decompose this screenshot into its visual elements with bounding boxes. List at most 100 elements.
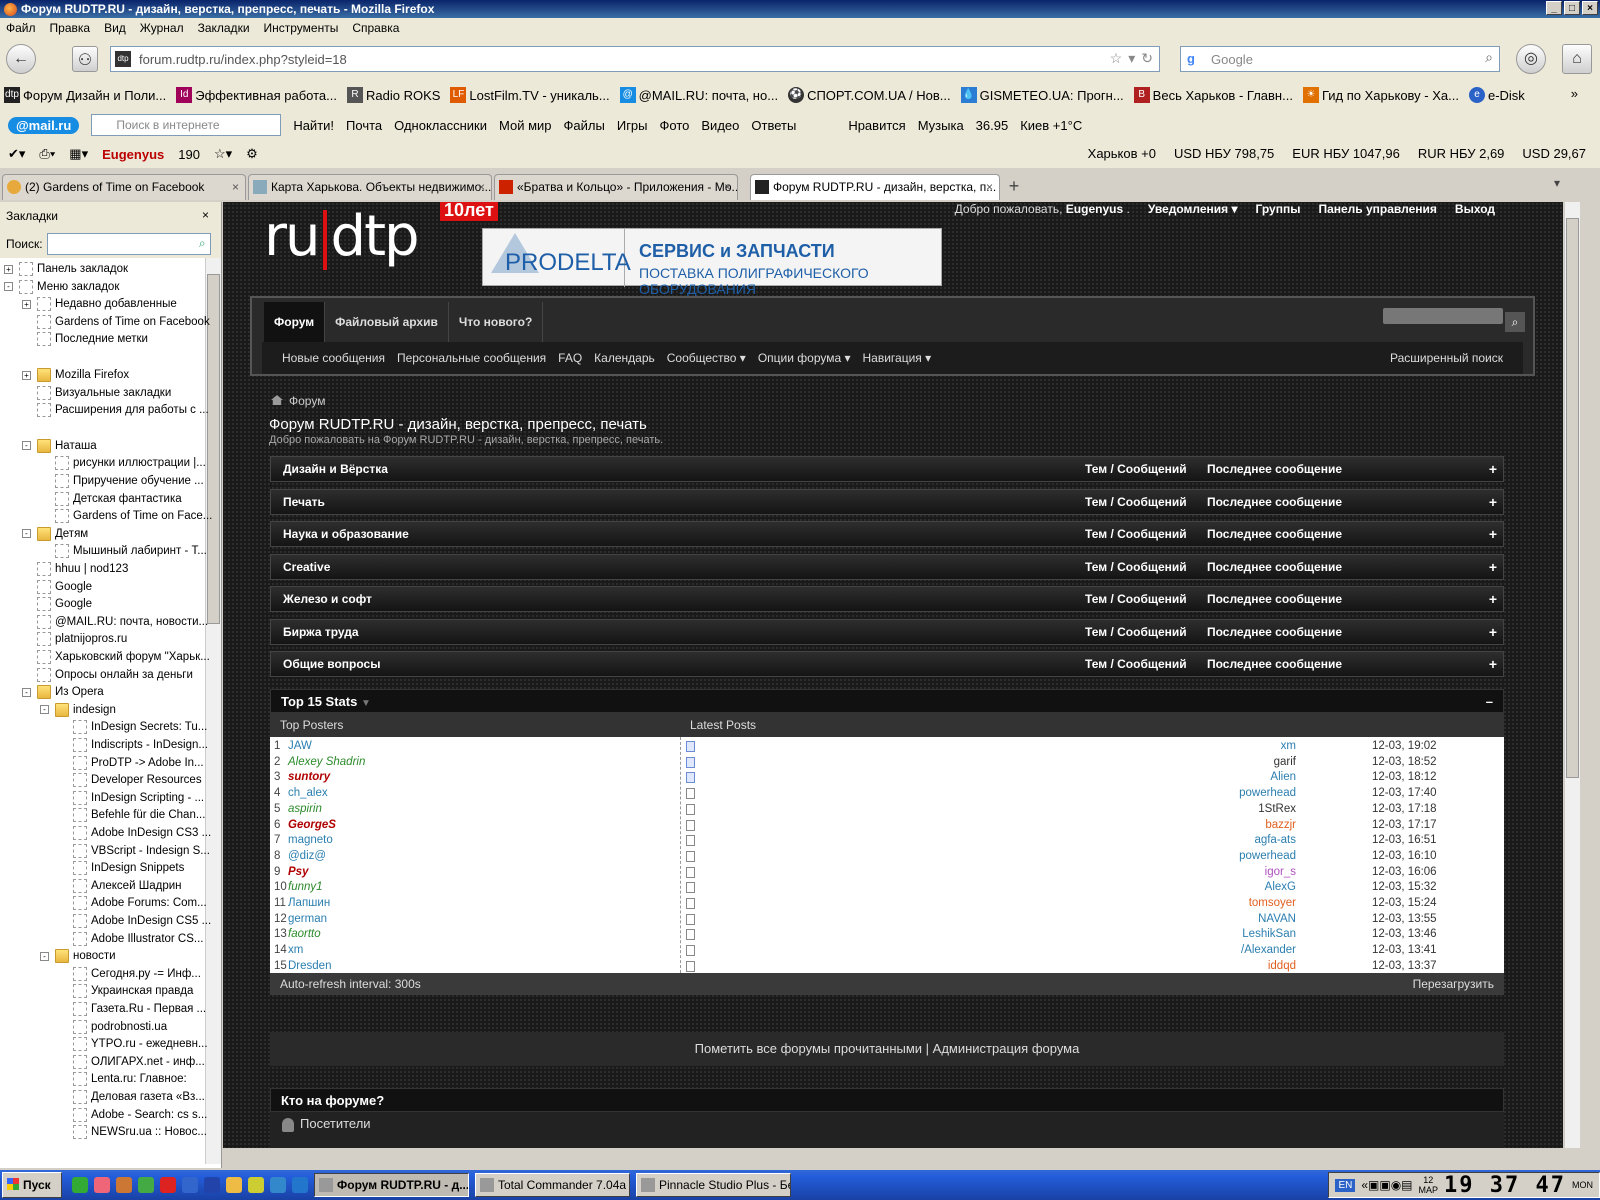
forum-category-row[interactable]: Железо и софт Тем / Сообщений Последнее со… [270,586,1504,612]
sidebar-bookmark-item[interactable]: рисунки иллюстрации |... [40,454,206,472]
poster-name-link[interactable]: Лапшин [288,897,330,909]
search-input[interactable]: g Google ⌕ [1180,46,1500,72]
bookmark-item[interactable]: @ @MAIL.RU: почта, но... [619,87,778,103]
quicklaunch-icon[interactable] [248,1177,264,1193]
expand-icon[interactable]: + [1489,652,1497,676]
tab-close-icon[interactable]: × [232,175,239,199]
check-icon[interactable]: ✔▾ [8,146,25,162]
mailru-music[interactable]: Музыка [918,118,964,133]
sidebar-bookmark-item[interactable]: ОЛИГАРХ.net - инф... [58,1053,205,1071]
mailru-mail[interactable]: Почта [346,118,382,133]
latest-post-user-link[interactable]: NAVAN [1258,912,1296,928]
bookmark-item[interactable]: ⚽ СПОРТ.COM.UA / Нов... [788,87,951,103]
poster-name-link[interactable]: Psy [288,866,308,878]
latest-post-user-link[interactable]: powerhead [1239,849,1296,865]
sidebar-bookmark-item[interactable]: Визуальные закладки [22,384,171,402]
forum-category-title[interactable]: Наука и образование [283,527,409,541]
sidebar-bookmark-item[interactable]: Gardens of Time on Facebook [22,313,210,331]
sidebar-bookmark-item[interactable]: + Недавно добавленные [22,295,177,313]
sidebar-bookmark-item[interactable]: hhuu | nod123 [22,560,128,578]
reload-icon[interactable]: ↻ [1141,50,1153,67]
quicklaunch-icon[interactable] [138,1177,154,1193]
menu-bookmarks[interactable]: Закладки [198,21,250,35]
collapse-icon[interactable]: - [22,441,31,451]
collapse-icon[interactable]: - [40,705,49,715]
notifications-link[interactable]: Уведомления ▾ [1148,202,1238,216]
tab-gardens[interactable]: (2) Gardens of Time on Facebook × [2,174,246,200]
dropdown-icon[interactable]: ▾ [1128,50,1135,67]
poster-name-link[interactable]: suntory [288,771,330,783]
sidebar-bookmark-item[interactable]: Газета.Ru - Первая ... [58,1000,206,1018]
col-top-posters[interactable]: Top Posters [280,713,343,737]
quicklaunch-icon[interactable] [182,1177,198,1193]
collapse-icon[interactable]: - [22,529,31,539]
latest-post-user-link[interactable]: bazzjr [1265,818,1296,834]
poster-name-link[interactable]: @diz@ [288,850,326,862]
poster-name-link[interactable]: GeorgeS [288,819,336,831]
latest-post-user-link[interactable]: LeshikSan [1242,927,1296,943]
poster-name-link[interactable]: magneto [288,834,333,846]
reload-button[interactable]: Перезагрузить [1413,973,1494,995]
sidebar-bookmark-item[interactable]: VBScript - Indesign S... [58,842,210,860]
taskbar-firefox[interactable]: Форум RUDTP.RU - д... [314,1173,469,1197]
mailru-photo[interactable]: Фото [660,118,690,133]
tab-close-icon[interactable]: × [724,175,731,199]
menu-view[interactable]: Вид [104,21,126,35]
sidebar-search-input[interactable]: ⌕ [46,233,211,255]
poster-name-link[interactable]: xm [288,944,303,956]
subnav-community[interactable]: Сообщество ▾ [667,351,746,365]
forum-category-title[interactable]: Общие вопросы [283,657,380,671]
page-scrollbar[interactable] [1564,202,1580,1148]
sidebar-bookmark-item[interactable]: Befehle für die Chan... [58,806,205,824]
gear-icon[interactable]: ⚙ [246,146,258,162]
sidebar-bookmark-item[interactable]: @MAIL.RU: почта, новости... [22,613,208,631]
bookmark-item[interactable]: dtp Форум Дизайн и Поли... [4,87,166,103]
poster-name-link[interactable]: aspirin [288,803,322,815]
sidebar-bookmark-item[interactable]: Опросы онлайн за деньги [22,666,193,684]
forum-category-title[interactable]: Биржа труда [283,625,359,639]
latest-post-user-link[interactable]: 1StRex [1258,802,1296,818]
advanced-search-link[interactable]: Расширенный поиск [1390,351,1503,365]
sidebar-bookmark-item[interactable]: podrobnosti.ua [58,1018,167,1036]
sidebar-bookmark-item[interactable]: - indesign [40,701,116,719]
menu-edit[interactable]: Правка [50,21,91,35]
sidebar-bookmark-item[interactable]: Google [22,595,92,613]
bookmark-item[interactable]: e e-Disk [1468,87,1525,103]
latest-post-user-link[interactable]: xm [1281,739,1296,755]
groups-link[interactable]: Группы [1256,202,1301,216]
sidebar-bookmark-item[interactable]: - Наташа [22,437,97,455]
document-icon[interactable] [686,835,695,847]
sidebar-bookmark-item[interactable]: Алексей Шадрин [58,877,182,895]
start-button[interactable]: Пуск [2,1172,62,1198]
expand-icon[interactable]: + [1489,522,1497,546]
document-icon[interactable] [686,913,695,925]
maximize-button[interactable]: □ [1564,1,1580,15]
menu-file[interactable]: Файл [6,21,36,35]
rate-eur-nbu[interactable]: EUR НБУ 1047,96 [1292,146,1400,161]
mailru-odnoklassniki[interactable]: Одноклассники [394,118,487,133]
minimize-button[interactable]: _ [1546,1,1562,15]
document-icon[interactable] [686,866,695,878]
mailru-find-button[interactable]: Найти! [293,118,334,133]
poster-name-link[interactable]: Dresden [288,960,331,972]
document-icon[interactable] [686,850,695,862]
sidebar-bookmark-item[interactable]: + Панель закладок [4,260,128,278]
new-tab-button[interactable]: + [1002,176,1026,198]
quicklaunch-icon[interactable] [94,1177,110,1193]
sidebar-bookmark-item[interactable]: Adobe Illustrator CS... [58,930,204,948]
quicklaunch-icon[interactable] [204,1177,220,1193]
expand-icon[interactable]: + [1489,587,1497,611]
collapse-icon[interactable]: – [1486,690,1493,714]
bookmark-item[interactable]: Id Эффективная работа... [176,87,337,103]
sidebar-bookmark-item[interactable]: Google [22,578,92,596]
latest-post-user-link[interactable]: igor_s [1265,865,1296,881]
sidebar-bookmark-item[interactable]: Мышиный лабиринт - Т... [40,542,207,560]
forum-category-title[interactable]: Дизайн и Вёрстка [283,462,388,476]
tab-bratva[interactable]: «Братва и Кольцо» - Приложения - Мо... × [494,174,738,200]
logout-link[interactable]: Выход [1455,202,1495,216]
page-scroll-thumb[interactable] [1566,218,1579,778]
latest-post-user-link[interactable]: tomsoyer [1249,896,1296,912]
sidebar-bookmark-item[interactable]: Developer Resources [58,771,202,789]
translate-icon[interactable]: ⎙▾ [39,146,55,162]
expand-icon[interactable]: + [4,264,13,274]
